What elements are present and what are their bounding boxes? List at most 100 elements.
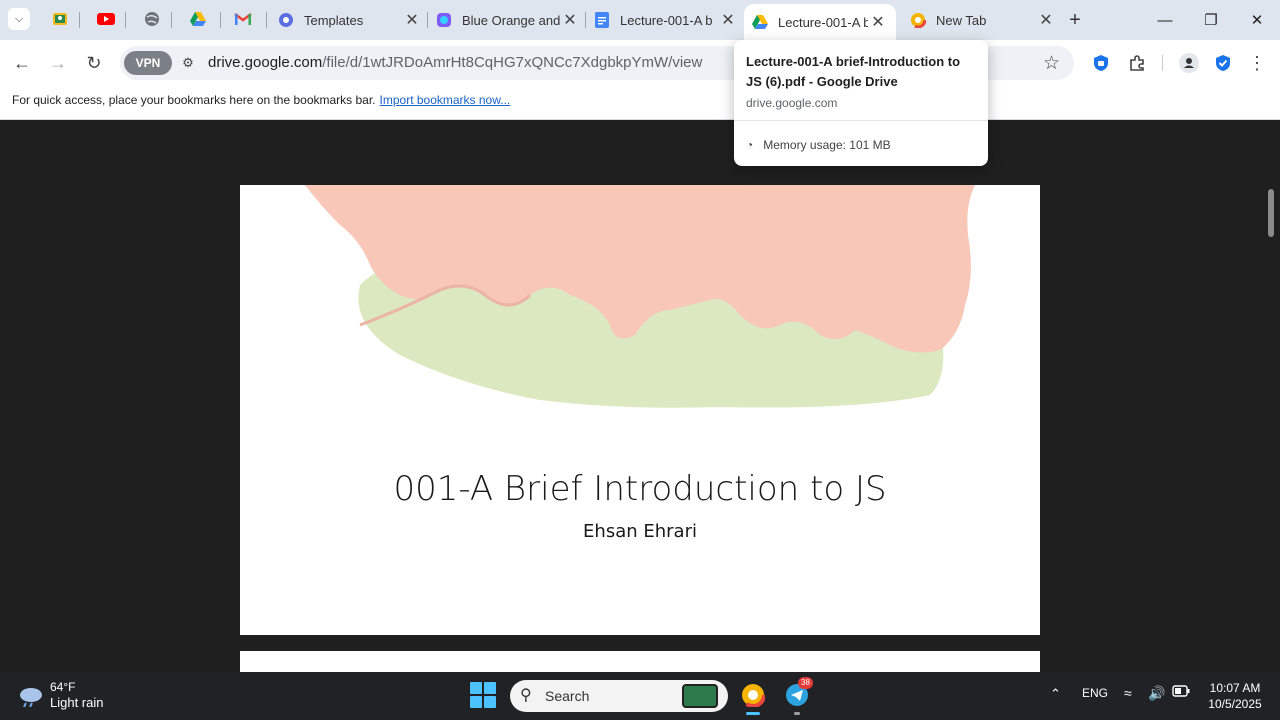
active-indicator — [746, 712, 760, 715]
hover-card-title: Lecture-001-A brief-Introduction to JS (… — [746, 54, 961, 89]
battery-icon[interactable] — [1172, 685, 1190, 700]
memory-usage-text: Memory usage: 101 MB — [763, 138, 891, 152]
pinned-tab-youtube[interactable] — [97, 10, 115, 28]
tab-templates[interactable]: Templates ✕ — [278, 6, 422, 34]
slide-author: Ehsan Ehrari — [583, 521, 697, 542]
tab-title: Templates — [304, 12, 364, 28]
reload-button[interactable]: ↻ — [82, 51, 106, 75]
chevron-up-icon: ⌃ — [1050, 686, 1061, 701]
close-icon[interactable]: ✕ — [868, 12, 888, 32]
tab-separator — [79, 12, 80, 28]
bookmark-star-icon[interactable]: ☆ — [1043, 52, 1060, 75]
pinned-tab-drive[interactable] — [189, 10, 207, 28]
hover-card-domain: drive.google.com — [746, 96, 838, 110]
back-button[interactable]: ← — [10, 51, 34, 75]
scrollbar[interactable] — [1268, 189, 1274, 237]
plus-icon: + — [1069, 8, 1081, 31]
reload-icon: ↻ — [86, 52, 102, 73]
new-tab-button[interactable]: + — [1064, 9, 1086, 31]
network-icon[interactable]: ≈ — [1124, 685, 1132, 701]
profile-button[interactable] — [1178, 52, 1200, 74]
more-vertical-icon: ⋮ — [1248, 52, 1266, 73]
tab-title: Lecture-001-A b — [620, 12, 713, 28]
security-extension[interactable] — [1212, 52, 1234, 74]
search-icon: ⚲ — [520, 687, 532, 704]
pinned-tab-globe[interactable] — [143, 10, 161, 28]
extensions-button[interactable] — [1126, 52, 1148, 74]
arrow-left-icon: ← — [13, 52, 31, 73]
drive-icon — [752, 14, 768, 30]
show-hidden-icons[interactable]: ⌃ — [1050, 686, 1061, 702]
pinned-tab-classroom[interactable] — [51, 10, 69, 28]
windows-taskbar: 64°F Light rain ⚲ Search 38 ⌃ ENG ≈ 🔊 10… — [0, 672, 1280, 720]
url-domain: drive.google.com — [208, 54, 323, 71]
shield-icon — [1094, 55, 1108, 71]
hover-card-divider — [734, 120, 988, 121]
bookmarks-bar: For quick access, place your bookmarks h… — [0, 86, 1280, 120]
memory-usage: ◔ Memory usage: 101 MB — [746, 138, 891, 152]
rain-cloud-icon — [20, 687, 42, 707]
tab-strip: ⌵ Templates ✕ Blue Orange and ✕ Lecture-… — [0, 0, 1280, 40]
taskbar-app-browser[interactable] — [738, 680, 768, 715]
site-settings-icon[interactable]: ⚙ — [178, 53, 198, 73]
notification-badge: 38 — [798, 677, 813, 689]
tab-new-tab[interactable]: New Tab ✕ — [910, 6, 1056, 34]
windows-logo-icon — [470, 682, 482, 694]
youtube-icon — [97, 13, 115, 25]
close-icon[interactable]: ✕ — [718, 10, 738, 30]
start-button[interactable] — [470, 682, 496, 708]
tab-search-button[interactable]: ⌵ — [8, 8, 30, 30]
tab-separator — [266, 12, 267, 28]
vpn-shield-extension[interactable] — [1090, 52, 1112, 74]
open-indicator — [794, 712, 800, 715]
gmail-icon — [234, 13, 252, 25]
drive-icon — [190, 12, 206, 26]
windows-logo-icon — [470, 696, 482, 708]
system-clock[interactable]: 10:07 AM 10/5/2025 — [1198, 680, 1272, 712]
clock-time: 10:07 AM — [1209, 681, 1261, 695]
tab-hover-card: Lecture-001-A brief-Introduction to JS (… — [734, 40, 988, 166]
taskbar-app-telegram[interactable]: 38 — [782, 677, 813, 715]
weather-widget[interactable]: 64°F Light rain — [18, 680, 103, 711]
language-indicator[interactable]: ENG — [1082, 686, 1108, 700]
gauge-icon: ◔ — [746, 138, 754, 152]
taskbar-search[interactable]: ⚲ Search — [510, 680, 728, 712]
vpn-badge[interactable]: VPN — [124, 51, 172, 75]
browser-toolbar: ← → ↻ VPN ⚙ drive.google.com/file/d/1wtJ… — [0, 40, 1280, 86]
bookmarks-hint: For quick access, place your bookmarks h… — [12, 93, 376, 107]
restore-button[interactable]: ❐ — [1196, 6, 1226, 34]
windows-logo-icon — [484, 696, 496, 708]
tab-blue-orange[interactable]: Blue Orange and ✕ — [436, 6, 580, 34]
tab-lecture-drive-active[interactable]: Lecture-001-A b ✕ — [744, 4, 896, 40]
shield-check-icon — [1216, 55, 1230, 71]
chevron-down-icon: ⌵ — [14, 12, 24, 25]
volume-icon[interactable]: 🔊 — [1148, 685, 1165, 702]
close-icon[interactable]: ✕ — [1036, 10, 1056, 30]
url-path: /file/d/1wtJRDoAmrHt8CqHG7xQNCc7XdgbkpYm… — [322, 54, 703, 71]
close-icon[interactable]: ✕ — [402, 10, 422, 30]
restore-icon: ❐ — [1204, 12, 1218, 29]
menu-button[interactable]: ⋮ — [1246, 52, 1268, 74]
tab-title: Lecture-001-A b — [778, 14, 868, 30]
puzzle-icon — [1130, 55, 1144, 71]
close-window-button[interactable]: ✕ — [1242, 6, 1272, 34]
url-text[interactable]: drive.google.com/file/d/1wtJRDoAmrHt8CqH… — [208, 54, 702, 71]
close-icon: ✕ — [1250, 12, 1264, 29]
tab-title: New Tab — [936, 12, 987, 28]
tab-separator — [585, 12, 586, 28]
weather-condition: Light rain — [50, 695, 104, 710]
minimize-icon: — — [1157, 11, 1173, 29]
classroom-icon — [53, 13, 67, 25]
canva-icon — [278, 12, 294, 28]
profile-icon — [1179, 53, 1199, 73]
close-icon[interactable]: ✕ — [560, 10, 580, 30]
import-bookmarks-link[interactable]: Import bookmarks now... — [380, 93, 511, 107]
paint-stroke-illustration — [305, 185, 975, 408]
minimize-button[interactable]: — — [1150, 6, 1180, 34]
tab-lecture-docs[interactable]: Lecture-001-A b ✕ — [594, 6, 738, 34]
pinned-tab-gmail[interactable] — [234, 10, 252, 28]
forward-button[interactable]: → — [46, 51, 70, 75]
search-label: Search — [545, 688, 590, 704]
windows-logo-icon — [484, 682, 496, 694]
tab-separator — [125, 12, 126, 28]
